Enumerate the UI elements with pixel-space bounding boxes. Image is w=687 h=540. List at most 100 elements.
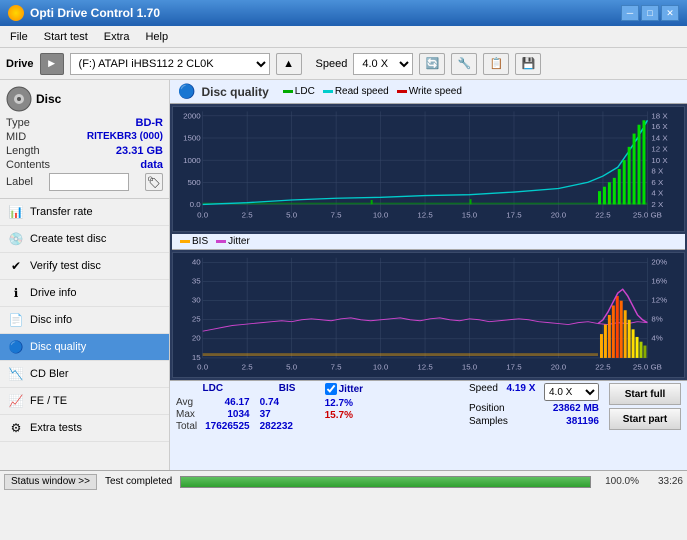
sidebar-item-transfer-rate[interactable]: 📊 Transfer rate [0,199,169,226]
svg-text:2.5: 2.5 [242,211,253,219]
svg-text:35: 35 [192,277,201,286]
svg-text:17.5: 17.5 [506,211,521,219]
sidebar-item-disc-quality[interactable]: 🔵 Disc quality [0,334,169,361]
sidebar-item-verify-test-disc[interactable]: ✔ Verify test disc [0,253,169,280]
svg-text:20.0: 20.0 [551,211,566,219]
info2-icon[interactable]: 📋 [483,53,509,75]
stats-bis-avg: 0.74 [260,397,315,408]
menu-help[interactable]: Help [139,29,174,45]
menu-file[interactable]: File [4,29,34,45]
svg-text:8%: 8% [651,315,663,324]
status-window-button[interactable]: Status window >> [4,474,97,490]
jitter-checkbox-row: Jitter [325,383,385,397]
fe-te-icon: 📈 [8,393,24,409]
start-part-button[interactable]: Start part [609,408,681,430]
svg-text:7.5: 7.5 [331,362,342,371]
sidebar-item-label: Disc quality [30,341,86,353]
create-disc-icon: 💿 [8,231,24,247]
disc-info-icon: 📄 [8,312,24,328]
disc-row-contents: Contents data [6,158,163,172]
close-button[interactable]: ✕ [661,5,679,21]
disc-label-input[interactable] [49,173,129,191]
disc-quality-icon: 🔵 [8,339,24,355]
sidebar-item-label: Disc info [30,314,72,326]
svg-text:20%: 20% [651,258,667,267]
settings-icon[interactable]: 🔧 [451,53,477,75]
disc-row-type: Type BD-R [6,116,163,130]
menu-start-test[interactable]: Start test [38,29,94,45]
sidebar-item-fe-te[interactable]: 📈 FE / TE [0,388,169,415]
svg-text:40: 40 [192,258,201,267]
sidebar-item-cd-bler[interactable]: 📉 CD Bler [0,361,169,388]
start-buttons: Start full Start part [609,383,681,430]
sidebar-item-extra-tests[interactable]: ⚙ Extra tests [0,415,169,442]
disc-section-header: Disc [6,86,163,112]
svg-text:2.5: 2.5 [242,362,253,371]
svg-text:22.5: 22.5 [595,211,610,219]
ldc-dot [283,90,293,93]
drive-label: Drive [6,58,34,70]
menu-extra[interactable]: Extra [98,29,136,45]
progress-time: 33:26 [643,476,683,487]
stats-jitter-max: 15.7% [325,410,385,421]
maximize-button[interactable]: □ [641,5,659,21]
svg-text:22.5: 22.5 [595,362,610,371]
svg-text:0.0: 0.0 [197,362,209,371]
start-full-button[interactable]: Start full [609,383,681,405]
chart1-svg: 2000 1500 1000 500 0.0 18 X 16 X 14 X 12… [173,107,684,231]
speed-select[interactable]: 4.0 X 1.0 X 2.0 X 8.0 X [353,53,413,75]
speed-select2[interactable]: 4.0 X [544,383,599,401]
title-bar: Opti Drive Control 1.70 ─ □ ✕ [0,0,687,26]
sidebar-nav: 📊 Transfer rate 💿 Create test disc ✔ Ver… [0,199,169,470]
svg-text:6 X: 6 X [651,178,663,186]
drive-eject-icon[interactable]: ▶ [40,53,64,75]
svg-text:12 X: 12 X [651,145,667,153]
disc-row-length: Length 23.31 GB [6,144,163,158]
sidebar-item-create-test-disc[interactable]: 💿 Create test disc [0,226,169,253]
refresh-icon[interactable]: 🔄 [419,53,445,75]
legend-ldc: LDC [283,86,315,97]
svg-text:5.0: 5.0 [286,362,298,371]
disc-info-section: Disc Type BD-R MID RITEKBR3 (000) Length… [0,80,169,199]
svg-text:12%: 12% [651,296,667,305]
disc-row-mid: MID RITEKBR3 (000) [6,130,163,144]
drive-action-icon[interactable]: ▲ [276,53,302,75]
window-controls: ─ □ ✕ [621,5,679,21]
svg-text:500: 500 [187,178,200,186]
stats-bis-max: 37 [260,409,315,420]
svg-text:10 X: 10 X [651,156,667,164]
sidebar-item-disc-info[interactable]: 📄 Disc info [0,307,169,334]
jitter-checkbox[interactable] [325,383,337,395]
disc-icon [6,86,32,112]
write-speed-dot [397,90,407,93]
stats-ldc-max: Max 1034 [176,409,250,420]
stats-bar: LDC Avg 46.17 Max 1034 Total 17626525 BI… [170,380,687,470]
label-icon[interactable]: 🏷 [145,173,163,191]
stats-col-jitter: Jitter 12.7% 15.7% [325,383,385,422]
svg-text:14 X: 14 X [651,134,667,142]
speed-label: Speed [316,58,348,70]
sidebar-item-label: FE / TE [30,395,67,407]
svg-text:4 X: 4 X [651,189,663,197]
svg-text:16%: 16% [651,277,667,286]
test-completed-label: Test completed [105,476,172,487]
svg-text:18 X: 18 X [651,112,667,120]
disc-row-label: Label 🏷 [6,172,163,192]
transfer-rate-icon: 📊 [8,204,24,220]
minimize-button[interactable]: ─ [621,5,639,21]
drive-select[interactable]: (F:) ATAPI iHBS112 2 CL0K [70,53,270,75]
svg-text:1500: 1500 [183,134,201,142]
svg-text:2 X: 2 X [651,200,663,208]
svg-text:5.0: 5.0 [286,211,297,219]
svg-text:30: 30 [192,296,201,305]
sidebar-item-drive-info[interactable]: ℹ Drive info [0,280,169,307]
svg-text:20.0: 20.0 [551,362,567,371]
chart2-legend-bar: BIS Jitter [172,234,685,250]
svg-text:7.5: 7.5 [331,211,342,219]
speed-row: Speed 4.19 X 4.0 X [469,383,599,401]
stats-col-ldc: LDC Avg 46.17 Max 1034 Total 17626525 [176,383,250,432]
save-icon[interactable]: 💾 [515,53,541,75]
sidebar: Disc Type BD-R MID RITEKBR3 (000) Length… [0,80,170,470]
legend-read-speed: Read speed [323,86,389,97]
read-speed-dot [323,90,333,93]
